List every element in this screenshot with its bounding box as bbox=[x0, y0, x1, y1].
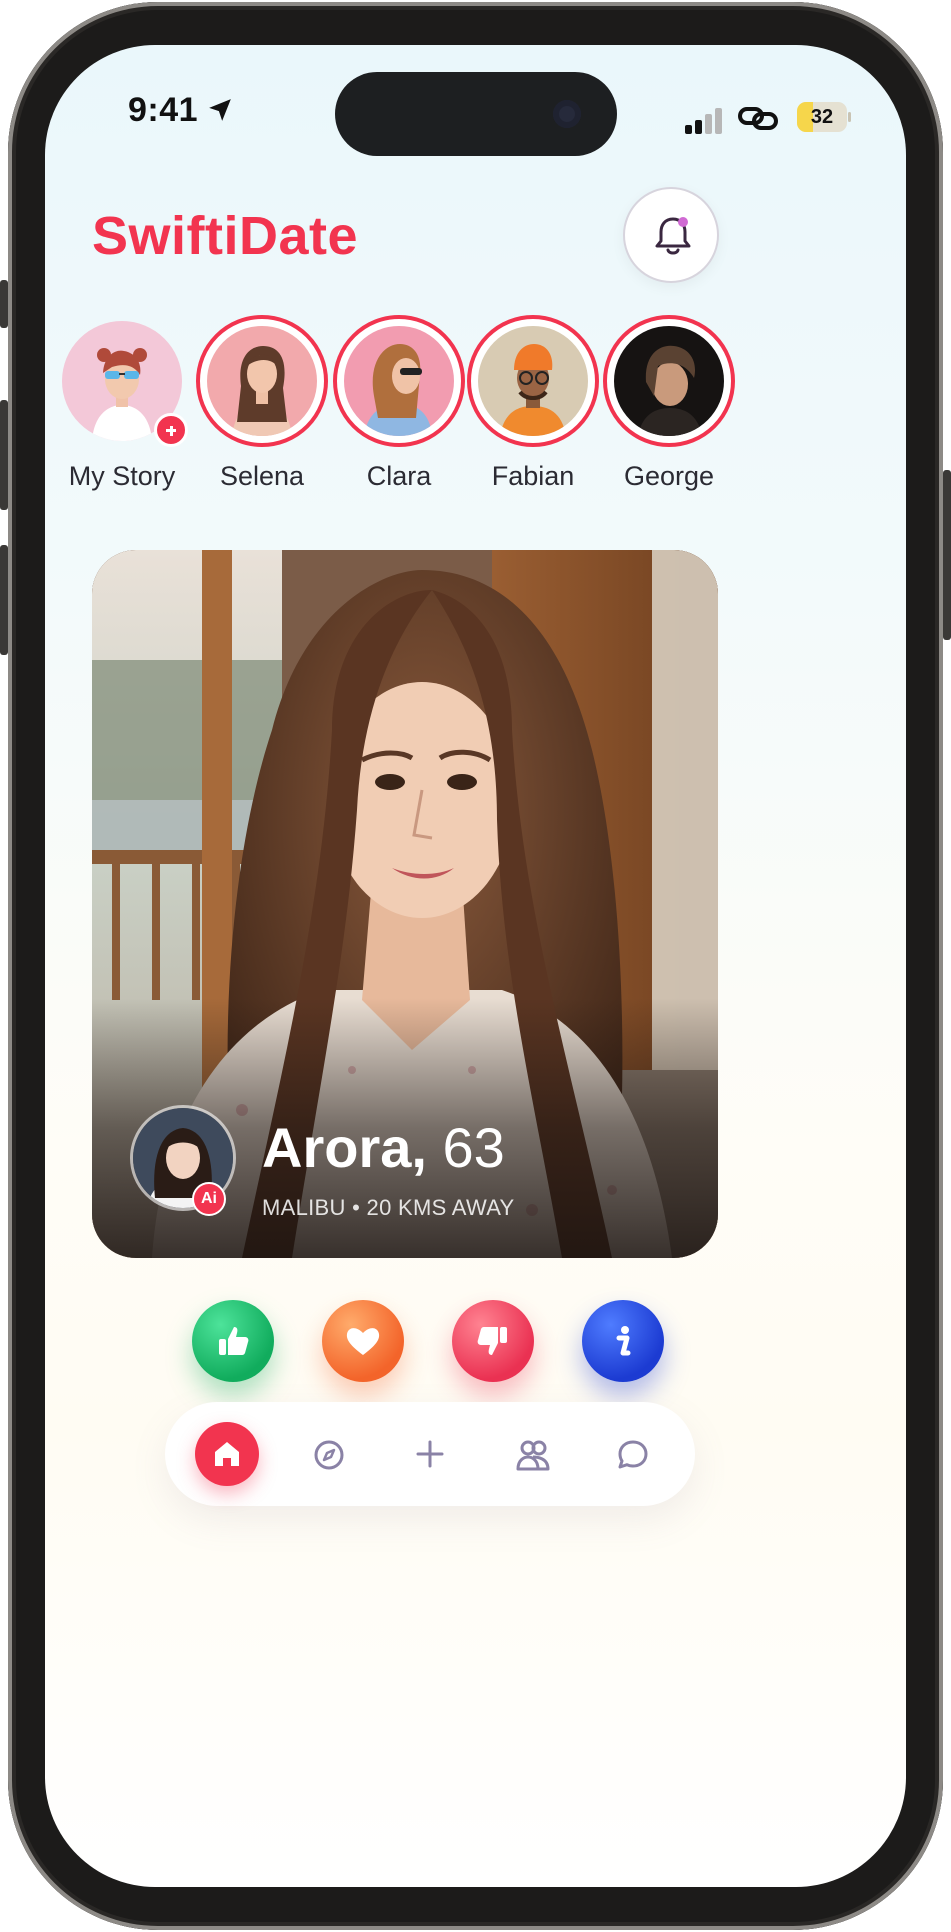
profile-card[interactable]: Ai Arora, 63 MALIBU • 20 KMS AWAY bbox=[92, 550, 718, 1258]
home-icon bbox=[215, 1442, 239, 1466]
story-label: Fabian bbox=[491, 461, 575, 491]
story-label: Clara bbox=[366, 461, 432, 491]
info-icon bbox=[616, 1326, 631, 1356]
story-george[interactable]: George bbox=[599, 315, 739, 492]
phone-side-button bbox=[943, 470, 951, 640]
thumbs-up-icon bbox=[219, 1327, 249, 1355]
story-label: George bbox=[623, 461, 715, 491]
notifications-button[interactable] bbox=[623, 187, 719, 283]
add-story-icon[interactable] bbox=[154, 413, 188, 447]
heart-icon bbox=[346, 1328, 380, 1355]
battery-indicator: 32 bbox=[797, 102, 851, 132]
story-my-story[interactable]: My Story bbox=[52, 315, 192, 492]
favorite-button[interactable] bbox=[322, 1300, 404, 1382]
like-button[interactable] bbox=[192, 1300, 274, 1382]
plus-icon bbox=[416, 1440, 444, 1468]
story-selena[interactable]: Selena bbox=[192, 315, 332, 492]
story-clara[interactable]: Clara bbox=[329, 315, 469, 492]
phone-side-button bbox=[0, 545, 8, 655]
profile-location: MALIBU • 20 KMS AWAY bbox=[262, 1195, 515, 1220]
ai-badge: Ai bbox=[192, 1182, 226, 1216]
phone-side-button bbox=[0, 280, 8, 328]
avatar bbox=[207, 326, 317, 436]
nav-explore[interactable] bbox=[296, 1422, 360, 1486]
avatar bbox=[344, 326, 454, 436]
nav-matches[interactable] bbox=[499, 1422, 563, 1486]
battery-level: 32 bbox=[810, 106, 834, 128]
people-icon bbox=[516, 1440, 550, 1471]
app-title: SwiftiDate bbox=[92, 206, 359, 266]
story-label: Selena bbox=[219, 461, 305, 491]
thumbs-down-icon bbox=[477, 1327, 507, 1355]
status-time: 9:41 bbox=[128, 91, 199, 129]
nav-chat[interactable] bbox=[600, 1422, 664, 1486]
chat-icon bbox=[618, 1440, 648, 1469]
signal-icon bbox=[685, 108, 722, 134]
screen: 9:41 32 SwiftiDate My Story Selena Clara… bbox=[45, 45, 906, 1887]
camera-icon bbox=[553, 100, 581, 128]
bell-icon bbox=[655, 217, 691, 255]
profile-age: 63 bbox=[442, 1116, 505, 1179]
location-arrow-icon bbox=[209, 99, 231, 121]
link-icon bbox=[738, 107, 778, 130]
nav-add[interactable] bbox=[398, 1422, 462, 1486]
info-button[interactable] bbox=[582, 1300, 664, 1382]
nav-home[interactable] bbox=[195, 1422, 259, 1486]
avatar bbox=[614, 326, 724, 436]
profile-name-age: Arora, 63 bbox=[262, 1115, 505, 1180]
profile-name: Arora, bbox=[262, 1116, 427, 1179]
avatar bbox=[478, 326, 588, 436]
phone-side-button bbox=[0, 400, 8, 510]
compass-icon bbox=[314, 1440, 344, 1470]
story-fabian[interactable]: Fabian bbox=[463, 315, 603, 492]
dislike-button[interactable] bbox=[452, 1300, 534, 1382]
dynamic-island bbox=[335, 72, 617, 156]
story-label: My Story bbox=[68, 461, 176, 491]
bottom-nav bbox=[165, 1402, 695, 1506]
